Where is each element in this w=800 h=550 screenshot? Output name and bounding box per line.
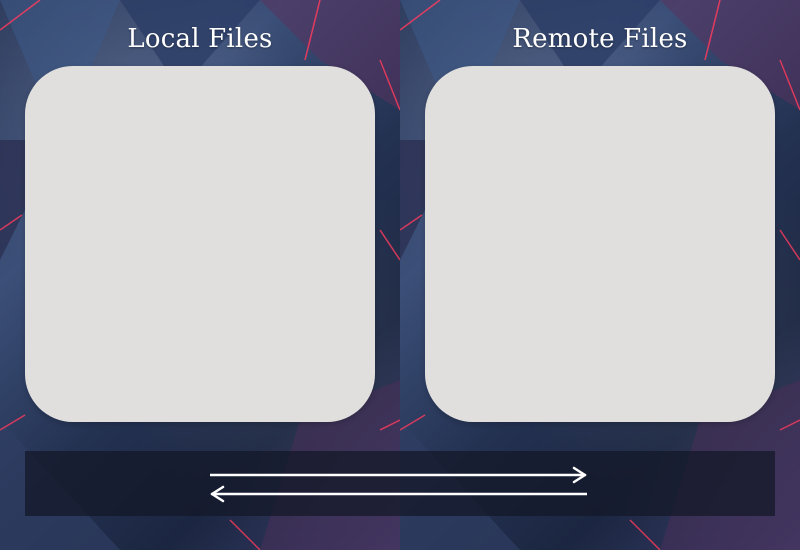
arrow-right-icon[interactable] <box>210 466 590 484</box>
remote-files-list[interactable] <box>425 66 775 422</box>
local-files-title: Local Files <box>127 24 273 54</box>
remote-files-title: Remote Files <box>512 24 688 54</box>
arrow-left-icon[interactable] <box>207 485 587 503</box>
local-files-list[interactable] <box>25 66 375 422</box>
transfer-bar <box>25 451 775 516</box>
